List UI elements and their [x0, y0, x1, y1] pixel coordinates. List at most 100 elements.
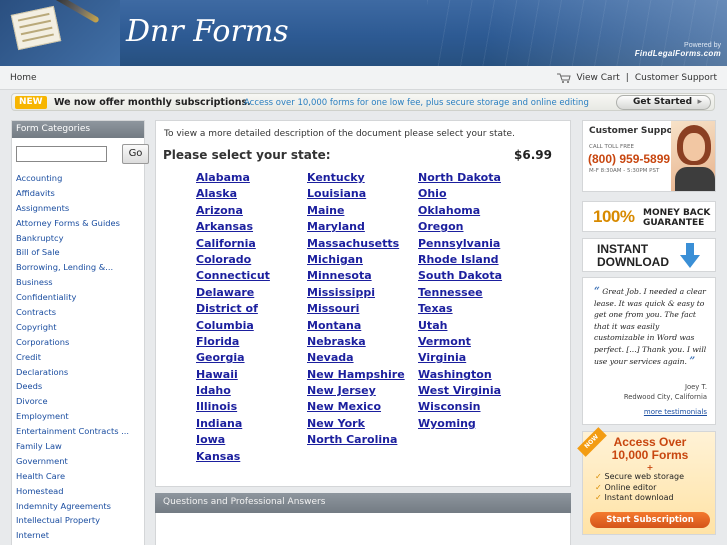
state-link[interactable]: Wyoming — [418, 417, 502, 433]
state-link[interactable]: West Virginia — [418, 384, 502, 400]
state-link[interactable]: Nevada — [307, 351, 405, 367]
state-link[interactable]: Indiana — [196, 417, 270, 433]
state-link[interactable]: Pennsylvania — [418, 237, 502, 253]
state-link[interactable]: North Carolina — [307, 433, 405, 449]
state-link[interactable]: Iowa — [196, 433, 270, 449]
category-link[interactable]: Intellectual Property — [12, 513, 144, 528]
state-link[interactable]: Minnesota — [307, 269, 405, 285]
state-link[interactable]: Kentucky — [307, 171, 405, 187]
state-link[interactable]: Columbia — [196, 319, 270, 335]
view-cart-link[interactable]: View Cart — [577, 73, 620, 83]
state-link[interactable]: Oklahoma — [418, 204, 502, 220]
category-link[interactable]: Affidavits — [12, 186, 144, 201]
state-link[interactable]: Kansas — [196, 450, 270, 466]
state-link[interactable]: Tennessee — [418, 286, 502, 302]
category-link[interactable]: Family Law — [12, 439, 144, 454]
state-link[interactable]: Arkansas — [196, 220, 270, 236]
state-link[interactable]: Ohio — [418, 187, 502, 203]
state-link[interactable]: Connecticut — [196, 269, 270, 285]
state-link[interactable]: Colorado — [196, 253, 270, 269]
state-link[interactable]: Wisconsin — [418, 400, 502, 416]
state-link[interactable]: Idaho — [196, 384, 270, 400]
category-link[interactable]: Divorce — [12, 394, 144, 409]
state-link[interactable]: Massachusetts — [307, 237, 405, 253]
category-link[interactable]: Government — [12, 454, 144, 469]
state-link[interactable]: Vermont — [418, 335, 502, 351]
toll-free-label: CALL TOLL FREE — [589, 144, 634, 150]
site-title[interactable]: Dnr Forms — [126, 14, 289, 49]
state-link[interactable]: Florida — [196, 335, 270, 351]
state-link[interactable]: Washington — [418, 368, 502, 384]
state-link[interactable]: New Hampshire — [307, 368, 405, 384]
state-link[interactable]: Delaware — [196, 286, 270, 302]
testimonial-text: Great Job. I needed a clear lease. It wa… — [594, 287, 707, 366]
search-input[interactable] — [16, 146, 107, 162]
state-link[interactable]: Maine — [307, 204, 405, 220]
state-link[interactable]: Alaska — [196, 187, 270, 203]
category-link[interactable]: Confidentiality — [12, 290, 144, 305]
state-link[interactable]: Michigan — [307, 253, 405, 269]
start-subscription-button[interactable]: Start Subscription — [590, 512, 710, 528]
category-link[interactable]: Homestead — [12, 484, 144, 499]
category-link[interactable]: Credit — [12, 350, 144, 365]
category-link[interactable]: Internet — [12, 528, 144, 543]
category-link[interactable]: Copyright — [12, 320, 144, 335]
category-link[interactable]: Borrowing, Lending &... — [12, 260, 144, 275]
nav-home-link[interactable]: Home — [10, 73, 37, 83]
state-link[interactable]: Oregon — [418, 220, 502, 236]
open-quote-icon: “ — [594, 286, 600, 297]
top-nav: Home View Cart | Customer Support — [0, 66, 727, 90]
state-link[interactable]: Texas — [418, 302, 502, 318]
state-link[interactable]: North Dakota — [418, 171, 502, 187]
category-link[interactable]: Attorney Forms & Guides — [12, 216, 144, 231]
category-link[interactable]: Bill of Sale — [12, 245, 144, 260]
state-link[interactable]: Missouri — [307, 302, 405, 318]
category-link[interactable]: Indemnity Agreements — [12, 499, 144, 514]
category-link[interactable]: Assignments — [12, 201, 144, 216]
state-link[interactable]: New Mexico — [307, 400, 405, 416]
state-link[interactable]: Alabama — [196, 171, 270, 187]
go-button[interactable]: Go — [122, 144, 149, 164]
category-link[interactable]: Corporations — [12, 335, 144, 350]
cart-icon[interactable] — [556, 73, 571, 83]
category-link[interactable]: Declarations — [12, 365, 144, 380]
state-link[interactable]: Nebraska — [307, 335, 405, 351]
category-link[interactable]: Contracts — [12, 305, 144, 320]
promo-subtext[interactable]: Access over 10,000 forms for one low fee… — [244, 98, 589, 108]
powered-brand-logo[interactable]: FindLegalForms.com — [635, 49, 721, 58]
state-link[interactable]: Mississippi — [307, 286, 405, 302]
state-link[interactable]: Montana — [307, 319, 405, 335]
category-link[interactable]: Bankruptcy — [12, 231, 144, 246]
nav-right: View Cart | Customer Support — [556, 73, 717, 83]
access-feature-list: Secure web storageOnline editorInstant d… — [595, 472, 685, 504]
category-link[interactable]: Health Care — [12, 469, 144, 484]
category-link[interactable]: Entertainment Contracts ... — [12, 424, 144, 439]
customer-support-box[interactable]: Customer Support CALL TOLL FREE (800) 95… — [582, 120, 716, 192]
state-link[interactable]: South Dakota — [418, 269, 502, 285]
state-link[interactable]: District of — [196, 302, 270, 318]
access-title: Access Over 10,000 Forms — [583, 436, 717, 462]
testimonial-author: Joey T. Redwood City, California — [624, 383, 707, 402]
category-link[interactable]: Employment — [12, 409, 144, 424]
state-link[interactable]: Louisiana — [307, 187, 405, 203]
state-link[interactable]: Utah — [418, 319, 502, 335]
state-link[interactable]: Georgia — [196, 351, 270, 367]
state-link[interactable]: New York — [307, 417, 405, 433]
customer-support-link[interactable]: Customer Support — [635, 73, 717, 83]
category-link[interactable]: Deeds — [12, 379, 144, 394]
state-link[interactable]: Hawaii — [196, 368, 270, 384]
state-link[interactable]: Maryland — [307, 220, 405, 236]
state-link[interactable]: New Jersey — [307, 384, 405, 400]
state-link[interactable]: California — [196, 237, 270, 253]
access-feature: Secure web storage — [595, 472, 685, 483]
state-link[interactable]: Rhode Island — [418, 253, 502, 269]
category-link[interactable]: Accounting — [12, 171, 144, 186]
state-link[interactable]: Illinois — [196, 400, 270, 416]
price: $6.99 — [514, 148, 552, 162]
state-link[interactable]: Virginia — [418, 351, 502, 367]
get-started-button[interactable]: Get Started ▸ — [616, 95, 711, 110]
more-testimonials-link[interactable]: more testimonials — [644, 408, 707, 416]
powered-by[interactable]: Powered by FindLegalForms.com — [635, 42, 721, 58]
category-link[interactable]: Business — [12, 275, 144, 290]
state-link[interactable]: Arizona — [196, 204, 270, 220]
